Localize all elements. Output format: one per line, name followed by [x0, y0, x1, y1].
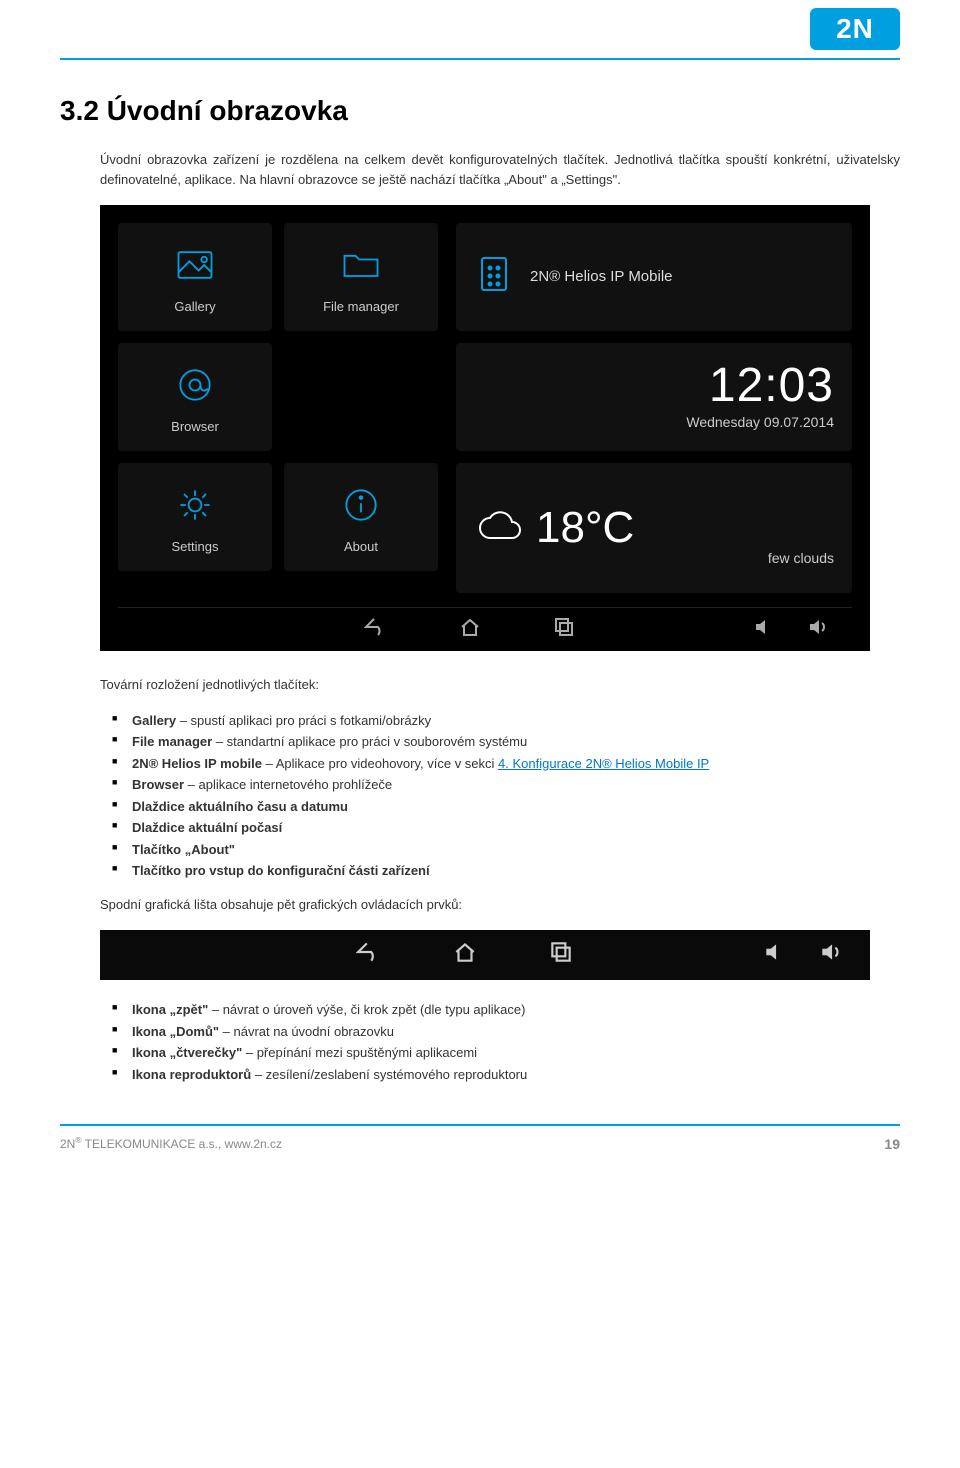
navbar-strip-screenshot: [100, 930, 870, 980]
tile-label: Settings: [172, 537, 219, 557]
brand-logo: 2N: [810, 8, 900, 50]
intro-paragraph: Úvodní obrazovka zařízení je rozdělena n…: [100, 150, 900, 189]
list-item: Ikona reproduktorů – zesílení/zeslabení …: [112, 1065, 900, 1085]
tile-settings[interactable]: Settings: [118, 463, 272, 571]
tile-weather[interactable]: 18°C few clouds: [456, 463, 852, 593]
weather-desc: few clouds: [768, 548, 834, 569]
navbar-heading: Spodní grafická lišta obsahuje pět grafi…: [100, 895, 900, 915]
cloud-icon: [474, 502, 526, 554]
list-item: Browser – aplikace internetového prohlíž…: [112, 775, 900, 795]
config-link[interactable]: 4. Konfigurace 2N® Helios Mobile IP: [498, 756, 709, 771]
tile-label: File manager: [323, 297, 399, 317]
recents-icon[interactable]: [548, 939, 574, 971]
back-icon[interactable]: [356, 939, 382, 971]
home-icon[interactable]: [458, 615, 482, 645]
list-item: Ikona „Domů" – návrat na úvodní obrazovk…: [112, 1022, 900, 1042]
tile-clock[interactable]: 12:03 Wednesday 09.07.2014: [456, 343, 852, 451]
page-number: 19: [884, 1134, 900, 1155]
tile-gallery[interactable]: Gallery: [118, 223, 272, 331]
list-item: Dlaždice aktuálního času a datumu: [112, 797, 900, 817]
home-icon[interactable]: [452, 939, 478, 971]
tile-filemanager[interactable]: File manager: [284, 223, 438, 331]
weather-temp: 18°C: [474, 495, 634, 561]
page-footer: 2N® TELEKOMUNIKACE a.s., www.2n.cz 19: [60, 1124, 900, 1155]
list-item: 2N® Helios IP mobile – Aplikace pro vide…: [112, 754, 900, 774]
layout-list: Gallery – spustí aplikaci pro práci s fo…: [112, 711, 900, 881]
tile-helios[interactable]: 2N® Helios IP Mobile: [456, 223, 852, 331]
list-item: Ikona „zpět" – návrat o úroveň výše, či …: [112, 1000, 900, 1020]
recents-icon[interactable]: [552, 615, 576, 645]
keypad-icon: [474, 254, 514, 300]
clock-time: 12:03: [474, 362, 834, 410]
page-header: 2N: [60, 0, 900, 60]
folder-icon: [339, 241, 383, 289]
at-icon: [173, 361, 217, 409]
list-item: Dlaždice aktuální počasí: [112, 818, 900, 838]
list-item: Tlačítko pro vstup do konfigurační části…: [112, 861, 900, 881]
volume-up-icon[interactable]: [806, 615, 830, 645]
back-icon[interactable]: [364, 615, 388, 645]
gear-icon: [173, 481, 217, 529]
tile-label: About: [344, 537, 378, 557]
volume-down-icon[interactable]: [752, 615, 776, 645]
volume-up-icon[interactable]: [818, 939, 844, 971]
device-screenshot: Gallery File manager: [100, 205, 870, 651]
tile-browser[interactable]: Browser: [118, 343, 272, 451]
tile-about[interactable]: About: [284, 463, 438, 571]
list-item: Ikona „čtverečky" – přepínání mezi spušt…: [112, 1043, 900, 1063]
list-item: Gallery – spustí aplikaci pro práci s fo…: [112, 711, 900, 731]
tile-label: 2N® Helios IP Mobile: [530, 266, 673, 289]
volume-down-icon[interactable]: [762, 939, 788, 971]
gallery-icon: [173, 241, 217, 289]
clock-date: Wednesday 09.07.2014: [474, 412, 834, 433]
navbar-list: Ikona „zpět" – návrat o úroveň výše, či …: [112, 1000, 900, 1084]
android-navbar: [118, 607, 852, 651]
footer-company: 2N® TELEKOMUNIKACE a.s., www.2n.cz: [60, 1134, 282, 1155]
layout-heading: Tovární rozložení jednotlivých tlačítek:: [100, 675, 900, 695]
tile-label: Browser: [171, 417, 219, 437]
tile-label: Gallery: [174, 297, 215, 317]
list-item: Tlačítko „About": [112, 840, 900, 860]
info-icon: [339, 481, 383, 529]
list-item: File manager – standartní aplikace pro p…: [112, 732, 900, 752]
section-title: 3.2 Úvodní obrazovka: [60, 90, 900, 132]
